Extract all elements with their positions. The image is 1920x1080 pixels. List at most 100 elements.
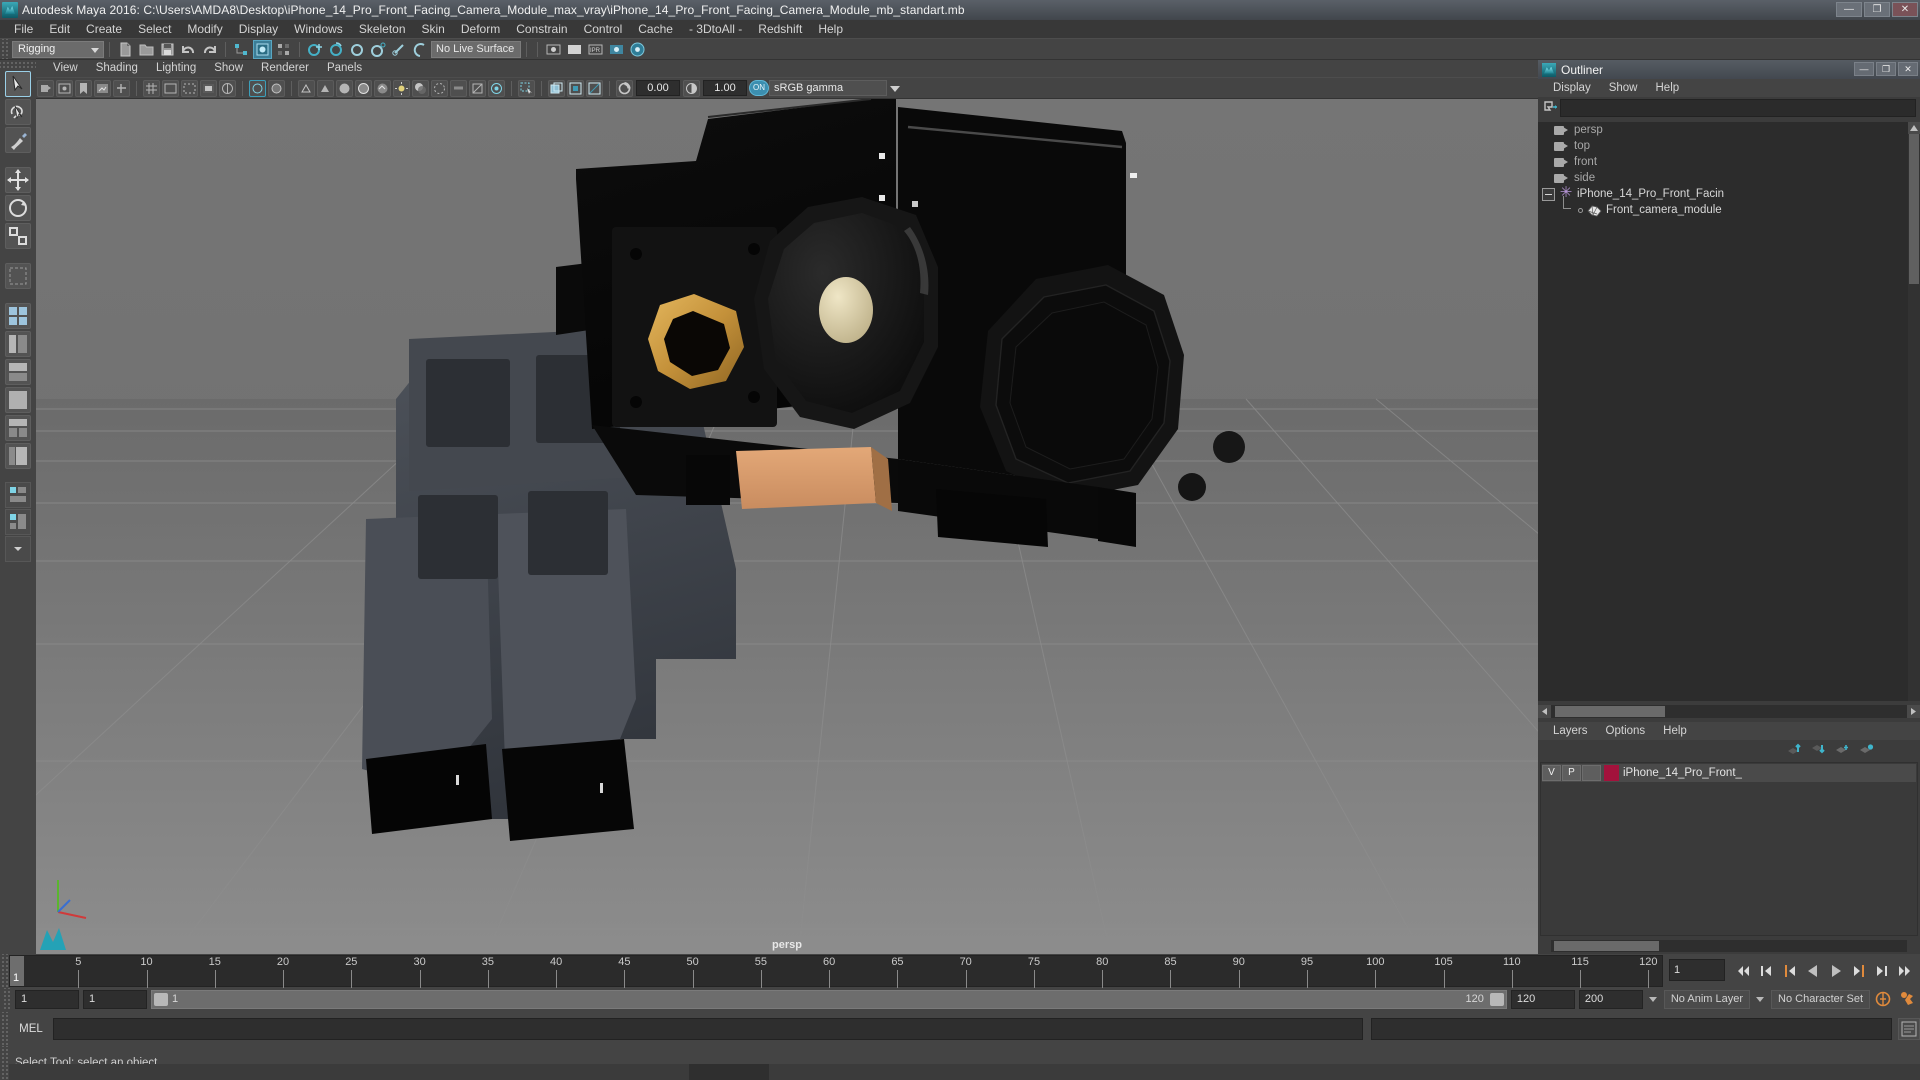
persp-graph-layout-button[interactable] (5, 359, 31, 385)
paint-select-tool-button[interactable] (5, 127, 31, 153)
bookmark-icon[interactable] (75, 80, 92, 97)
step-forward-key-icon[interactable] (1873, 962, 1891, 980)
scroll-left-arrow-icon[interactable] (1538, 705, 1551, 718)
scale-tool-button[interactable] (5, 223, 31, 249)
use-all-lights-icon[interactable] (393, 80, 410, 97)
snap-to-projected-center-icon[interactable] (369, 40, 388, 59)
texture-display-icon[interactable] (567, 80, 584, 97)
layers-menu-help[interactable]: Help (1654, 722, 1696, 740)
single-persp-layout-button[interactable] (5, 387, 31, 413)
layer-visibility-toggle[interactable]: V (1542, 765, 1561, 781)
outliner-vertical-scrollbar[interactable] (1908, 122, 1920, 701)
quick-layout-b-button[interactable] (5, 509, 31, 535)
auto-keyframe-toggle-icon[interactable] (1874, 990, 1894, 1009)
live-surface-field[interactable]: No Live Surface (431, 41, 521, 58)
exposure-wheel-icon[interactable] (616, 80, 633, 97)
select-by-hierarchy-icon[interactable] (232, 40, 251, 59)
outliner-item-persp[interactable]: persp (1538, 122, 1920, 138)
character-set-selector[interactable]: No Character Set (1771, 990, 1870, 1009)
camera-attributes-icon[interactable] (56, 80, 73, 97)
redshift-ipr-icon[interactable] (628, 40, 647, 59)
time-slider[interactable]: 1 51015202530354045505560657075808590951… (9, 955, 1663, 987)
exposure-value-field[interactable]: 0.00 (636, 80, 680, 96)
new-scene-icon[interactable] (116, 40, 135, 59)
wireframe-shading-icon[interactable] (298, 80, 315, 97)
outliner-menu-help[interactable]: Help (1647, 79, 1689, 97)
gamma-wheel-icon[interactable] (683, 80, 700, 97)
range-slider[interactable]: 1 120 (151, 990, 1507, 1009)
outliner-item-side[interactable]: side (1538, 170, 1920, 186)
color-profile-field[interactable]: sRGB gamma (769, 80, 887, 96)
layers-horizontal-scrollbar[interactable] (1538, 938, 1920, 954)
step-back-key-icon[interactable] (1758, 962, 1776, 980)
layers-list[interactable]: V P iPhone_14_Pro_Front_ (1540, 762, 1918, 936)
viewport-menu-panels[interactable]: Panels (318, 60, 371, 77)
redshift-render-icon[interactable] (607, 40, 626, 59)
xray-mode-icon[interactable] (268, 80, 285, 97)
move-layer-down-icon[interactable] (1811, 743, 1826, 756)
chevron-down-icon[interactable] (887, 80, 903, 96)
viewport-3d-canvas[interactable]: persp (36, 99, 1538, 954)
snap-to-curve-icon[interactable] (327, 40, 346, 59)
go-to-start-icon[interactable] (1735, 962, 1753, 980)
render-current-frame-icon[interactable] (544, 40, 563, 59)
snap-to-grid-icon[interactable] (306, 40, 325, 59)
viewport-menu-bar[interactable]: View Shading Lighting Show Renderer Pane… (36, 60, 1538, 77)
menu-item-windows[interactable]: Windows (286, 20, 351, 38)
region-select-icon[interactable] (518, 80, 535, 97)
motion-blur-icon[interactable] (450, 80, 467, 97)
menu-item-display[interactable]: Display (231, 20, 286, 38)
layer-color-swatch[interactable] (1604, 765, 1619, 781)
script-editor-icon[interactable] (1898, 1018, 1920, 1040)
step-forward-frame-icon[interactable] (1850, 962, 1868, 980)
menu-item-3dtoall[interactable]: - 3DtoAll - (681, 20, 750, 38)
layers-menu-layers[interactable]: Layers (1544, 722, 1597, 740)
textured-icon[interactable] (374, 80, 391, 97)
isolate-select-icon[interactable] (249, 80, 266, 97)
select-by-object-icon[interactable] (253, 40, 272, 59)
playback-start-field[interactable]: 1 (83, 990, 147, 1009)
window-controls[interactable]: — ❐ ✕ (1836, 2, 1918, 17)
rotate-tool-button[interactable] (5, 195, 31, 221)
range-start-field[interactable]: 1 (15, 990, 79, 1009)
lasso-tool-button[interactable] (5, 99, 31, 125)
shadows-icon[interactable] (412, 80, 429, 97)
main-menu-bar[interactable]: File Edit Create Select Modify Display W… (0, 20, 1920, 38)
undo-icon[interactable] (179, 40, 198, 59)
search-icon[interactable] (1542, 99, 1560, 117)
quick-layout-a-button[interactable] (5, 482, 31, 508)
viewport-menu-shading[interactable]: Shading (87, 60, 147, 77)
snap-to-point-icon[interactable] (348, 40, 367, 59)
menu-item-constrain[interactable]: Constrain (508, 20, 575, 38)
animation-preferences-icon[interactable] (1898, 990, 1918, 1009)
render-settings-icon[interactable]: IPR (586, 40, 605, 59)
move-tool-button[interactable] (5, 167, 31, 193)
menu-item-redshift[interactable]: Redshift (750, 20, 810, 38)
command-language-label[interactable]: MEL (9, 1023, 53, 1035)
outliner-minimize-button[interactable]: — (1854, 62, 1874, 76)
move-layer-up-icon[interactable] (1787, 743, 1802, 756)
current-frame-field[interactable]: 1 (1669, 959, 1725, 981)
outliner-menu-display[interactable]: Display (1544, 79, 1600, 97)
outliner-item-top[interactable]: top (1538, 138, 1920, 154)
image-plane-icon[interactable] (94, 80, 111, 97)
screen-space-ao-icon[interactable] (431, 80, 448, 97)
outliner-menu-show[interactable]: Show (1600, 79, 1647, 97)
outliner-item-group[interactable]: ✳ iPhone_14_Pro_Front_Facin (1538, 186, 1920, 202)
multisample-aa-icon[interactable] (469, 80, 486, 97)
range-slider-grip[interactable] (2, 988, 11, 1011)
menu-item-create[interactable]: Create (78, 20, 130, 38)
scrollbar-thumb[interactable] (1555, 706, 1665, 717)
outliner-item-mesh[interactable]: Front_camera_module (1538, 202, 1920, 218)
open-scene-icon[interactable] (137, 40, 156, 59)
playback-end-field[interactable]: 120 (1511, 990, 1575, 1009)
menu-item-cache[interactable]: Cache (630, 20, 681, 38)
snap-toggle-icon[interactable] (411, 40, 430, 59)
exposure-icon[interactable] (219, 80, 236, 97)
menu-item-help[interactable]: Help (810, 20, 851, 38)
minimize-button[interactable]: — (1836, 2, 1862, 17)
resolution-gate-icon[interactable] (181, 80, 198, 97)
command-line-grip[interactable] (0, 1012, 9, 1046)
save-scene-icon[interactable] (158, 40, 177, 59)
persp-outliner-attr-layout-button[interactable] (5, 443, 31, 469)
